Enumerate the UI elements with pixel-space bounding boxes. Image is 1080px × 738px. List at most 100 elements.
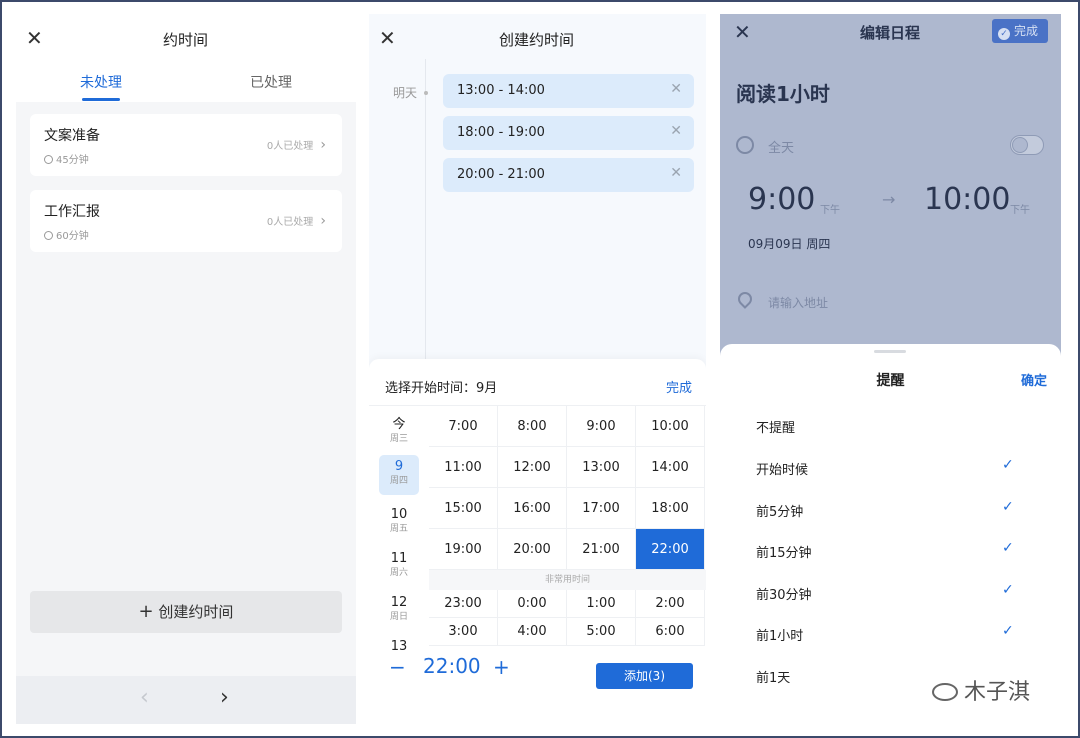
reminder-option[interactable]: 前1天 bbox=[756, 667, 790, 686]
time-cell[interactable]: 3:00 bbox=[429, 618, 498, 646]
clock-icon bbox=[44, 155, 53, 164]
timeline-dot bbox=[424, 91, 428, 95]
check-icon: ✓ bbox=[1002, 582, 1014, 598]
day-number: 11 bbox=[390, 551, 408, 566]
time-cell[interactable]: 18:00 bbox=[636, 488, 705, 529]
uncommon-time-label: 非常用时间 bbox=[429, 570, 706, 590]
item-title: 工作汇报 bbox=[44, 204, 100, 220]
close-icon[interactable]: ✕ bbox=[379, 28, 396, 48]
browser-nav-bar bbox=[16, 676, 356, 724]
duration-text: 60分钟 bbox=[56, 231, 89, 242]
create-button-label: 创建约时间 bbox=[158, 603, 234, 621]
address-input[interactable]: 请输入地址 bbox=[768, 294, 828, 311]
slot-time: 20:00 - 21:00 bbox=[457, 167, 545, 182]
day-number: 12 bbox=[390, 595, 408, 610]
item-duration: 45分钟 bbox=[44, 151, 89, 166]
list-item[interactable]: 工作汇报 60分钟 0人已处理 › bbox=[30, 190, 342, 252]
all-day-label: 全天 bbox=[768, 141, 795, 156]
day-option[interactable]: 今周三 bbox=[379, 417, 419, 451]
time-cell[interactable]: 9:00 bbox=[567, 406, 636, 447]
day-option[interactable]: 13 bbox=[379, 639, 419, 653]
check-icon: ✓ bbox=[1002, 540, 1014, 556]
day-number: 9 bbox=[394, 459, 404, 474]
tab-processed[interactable]: 已处理 bbox=[250, 72, 292, 92]
start-ampm: 下午 bbox=[820, 205, 840, 216]
done-label: 完成 bbox=[1014, 24, 1039, 38]
close-icon[interactable]: ✕ bbox=[734, 22, 751, 42]
event-title[interactable]: 阅读1小时 bbox=[736, 78, 830, 107]
time-cell[interactable]: 0:00 bbox=[498, 590, 567, 618]
back-arrow-icon[interactable]: ‹ bbox=[140, 685, 149, 710]
location-pin-icon bbox=[735, 289, 755, 309]
time-slot[interactable]: 13:00 - 14:00 ✕ bbox=[443, 74, 694, 108]
time-slot[interactable]: 18:00 - 19:00 ✕ bbox=[443, 116, 694, 150]
day-number: 10 bbox=[390, 507, 408, 522]
tab-pending[interactable]: 未处理 bbox=[80, 72, 122, 92]
time-cell[interactable]: 2:00 bbox=[636, 590, 705, 618]
time-cell[interactable]: 11:00 bbox=[429, 447, 498, 488]
reminder-option[interactable]: 不提醒 bbox=[756, 417, 795, 436]
remove-icon[interactable]: ✕ bbox=[670, 123, 682, 139]
arrow-right-icon: → bbox=[882, 190, 896, 209]
start-time[interactable]: 9:00 bbox=[748, 182, 815, 217]
current-time-value: 22:00 bbox=[423, 654, 481, 678]
check-icon: ✓ bbox=[1002, 499, 1014, 515]
all-day-toggle[interactable] bbox=[1010, 135, 1044, 155]
time-cell[interactable]: 5:00 bbox=[567, 618, 636, 646]
watermark-text: 木子淇 bbox=[964, 680, 1031, 705]
day-option[interactable]: 11 周六 bbox=[379, 551, 419, 585]
add-button[interactable]: 添加(3) bbox=[596, 663, 693, 689]
done-button[interactable]: ✓ 完成 bbox=[992, 19, 1048, 43]
time-cell[interactable]: 4:00 bbox=[498, 618, 567, 646]
list-item[interactable]: 文案准备 45分钟 0人已处理 › bbox=[30, 114, 342, 176]
day-label: 明天 bbox=[393, 86, 418, 100]
increase-time-button[interactable]: + bbox=[493, 655, 510, 679]
active-tab-indicator bbox=[82, 98, 120, 101]
day-number: 今 bbox=[392, 417, 406, 432]
forward-arrow-icon[interactable]: › bbox=[220, 685, 229, 710]
reminder-option[interactable]: 前5分钟 bbox=[756, 501, 803, 520]
remove-icon[interactable]: ✕ bbox=[670, 81, 682, 97]
reminder-option[interactable]: 前1小时 bbox=[756, 625, 803, 644]
time-cell[interactable]: 12:00 bbox=[498, 447, 567, 488]
close-icon[interactable]: ✕ bbox=[26, 28, 43, 48]
time-cell[interactable]: 7:00 bbox=[429, 406, 498, 447]
time-cell[interactable]: 6:00 bbox=[636, 618, 705, 646]
day-weekday: 周五 bbox=[389, 524, 408, 534]
time-cell[interactable]: 23:00 bbox=[429, 590, 498, 618]
check-icon: ✓ bbox=[1002, 623, 1014, 639]
chevron-right-icon: › bbox=[320, 137, 326, 153]
time-cell[interactable]: 1:00 bbox=[567, 590, 636, 618]
time-cell[interactable]: 19:00 bbox=[429, 529, 498, 570]
time-slot[interactable]: 20:00 - 21:00 ✕ bbox=[443, 158, 694, 192]
toggle-knob bbox=[1012, 137, 1028, 153]
day-option[interactable]: 12 周日 bbox=[379, 595, 419, 629]
time-cell-selected[interactable]: 22:00 bbox=[636, 529, 705, 570]
time-cell[interactable]: 20:00 bbox=[498, 529, 567, 570]
day-weekday: 周三 bbox=[389, 434, 408, 444]
decrease-time-button[interactable]: − bbox=[389, 655, 406, 679]
reminder-option[interactable]: 前15分钟 bbox=[756, 542, 812, 561]
appointment-list-screen: ✕ 约时间 未处理 已处理 文案准备 45分钟 0人已处理 › 工作汇报 60分… bbox=[16, 14, 356, 724]
time-cell[interactable]: 15:00 bbox=[429, 488, 498, 529]
time-cell[interactable]: 10:00 bbox=[636, 406, 705, 447]
remove-icon[interactable]: ✕ bbox=[670, 165, 682, 181]
time-cell[interactable]: 13:00 bbox=[567, 447, 636, 488]
create-appointment-button[interactable]: + 创建约时间 bbox=[30, 591, 342, 633]
done-button[interactable]: 完成 bbox=[666, 377, 692, 396]
confirm-button[interactable]: 确定 bbox=[1021, 370, 1047, 389]
end-time[interactable]: 10:00 bbox=[924, 182, 1010, 217]
day-option[interactable]: 10 周五 bbox=[379, 507, 419, 541]
day-option-selected[interactable]: 9 周四 bbox=[379, 455, 419, 495]
time-cell[interactable]: 14:00 bbox=[636, 447, 705, 488]
drag-handle[interactable] bbox=[874, 350, 906, 353]
day-number: 13 bbox=[390, 639, 408, 653]
reminder-option[interactable]: 开始时候 bbox=[756, 459, 808, 478]
page-title: 创建约时间 bbox=[499, 31, 575, 49]
plus-icon: + bbox=[138, 601, 154, 622]
reminder-option[interactable]: 前30分钟 bbox=[756, 584, 812, 603]
time-cell[interactable]: 17:00 bbox=[567, 488, 636, 529]
time-cell[interactable]: 8:00 bbox=[498, 406, 567, 447]
time-cell[interactable]: 16:00 bbox=[498, 488, 567, 529]
time-cell[interactable]: 21:00 bbox=[567, 529, 636, 570]
